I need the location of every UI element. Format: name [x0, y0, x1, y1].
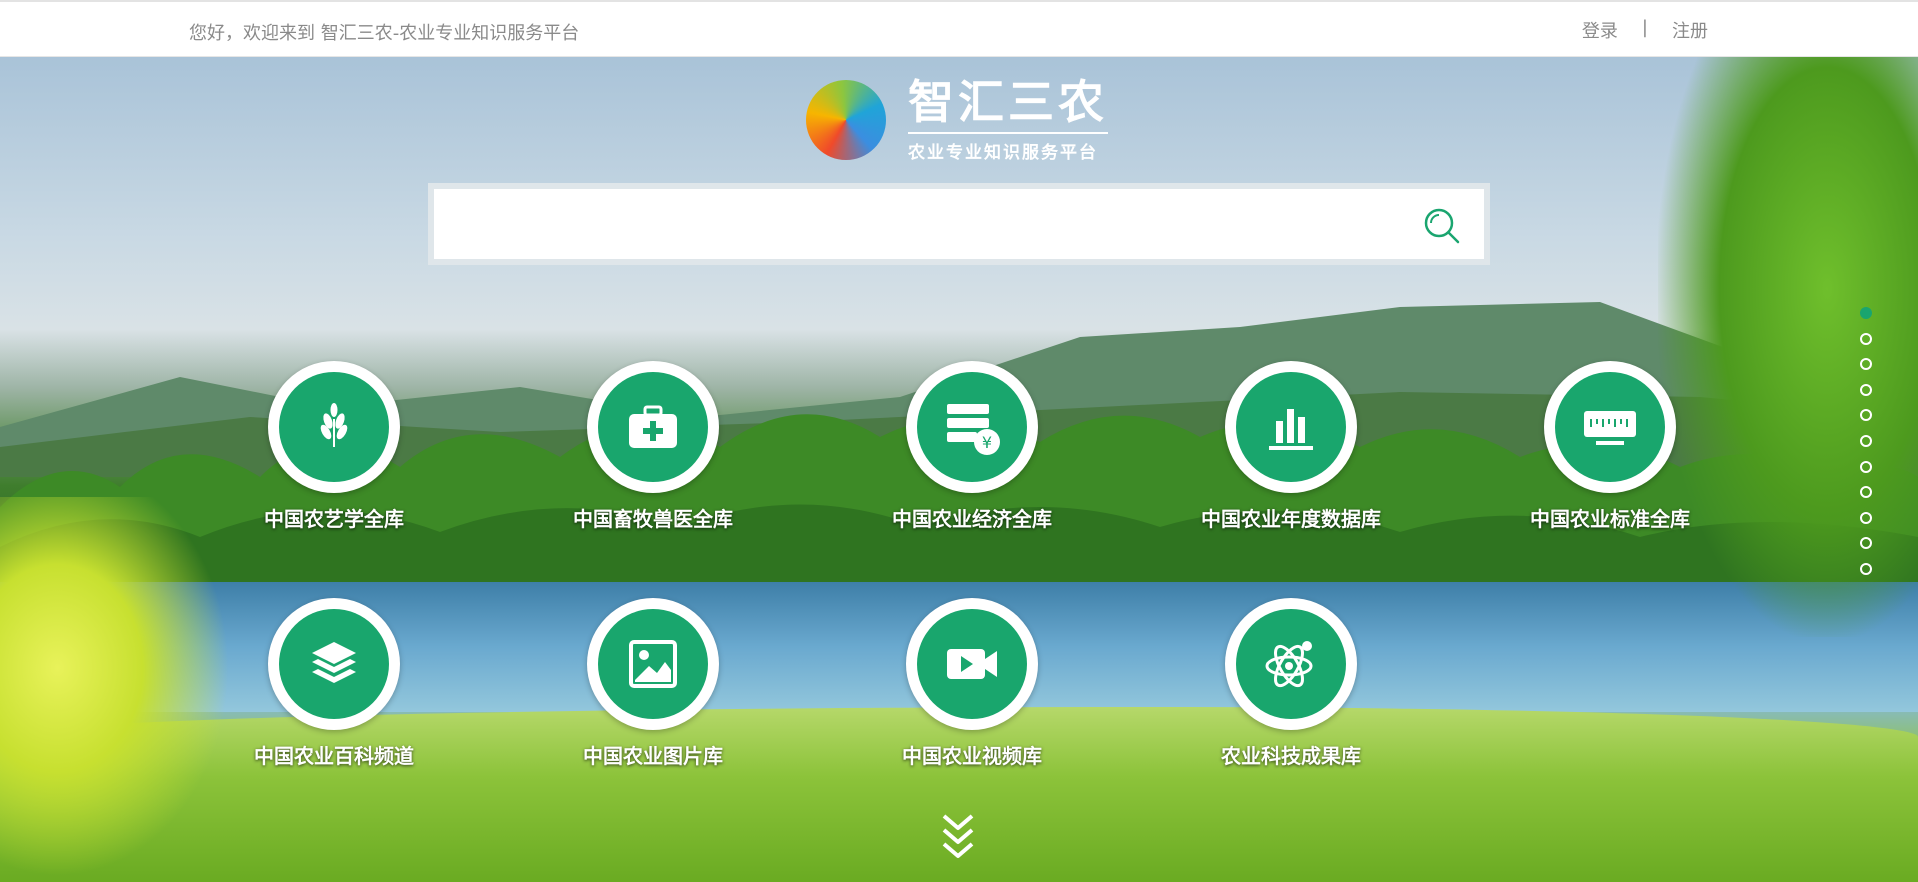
db-label: 中国畜牧兽医全库 [573, 507, 733, 531]
logo-text: 智汇三农 农业专业知识服务平台 [908, 76, 1108, 163]
logo-mark-icon [806, 79, 886, 160]
welcome-text: 您好，欢迎来到 智汇三农-农业专业知识服务平台 [189, 23, 580, 44]
ruler-icon [1555, 372, 1665, 482]
db-label: 中国农业百科频道 [254, 744, 414, 768]
db-label: 中国农艺学全库 [264, 507, 404, 531]
svg-text:¥: ¥ [982, 433, 992, 452]
auth-links: 登录 | 注册 [1582, 17, 1708, 43]
db-achievements[interactable]: 农业科技成果库 [1201, 598, 1381, 769]
db-standards[interactable]: 中国农业标准全库 [1520, 361, 1700, 532]
db-label: 农业科技成果库 [1221, 744, 1361, 768]
register-link[interactable]: 注册 [1672, 17, 1708, 43]
pager-dot[interactable] [1860, 562, 1872, 575]
pager-dot[interactable] [1860, 460, 1872, 473]
db-label: 中国农业图片库 [583, 744, 723, 768]
db-videos[interactable]: 中国农业视频库 [882, 598, 1062, 769]
tree-right [1658, 57, 1918, 637]
top-bar: 您好，欢迎来到 智汇三农-农业专业知识服务平台 登录 | 注册 [0, 0, 1918, 57]
db-agronomy[interactable]: 中国农艺学全库 [244, 361, 424, 532]
pager-dot[interactable] [1860, 537, 1872, 550]
pager-dot[interactable] [1860, 434, 1872, 447]
logo-title: 智汇三农 [908, 76, 1108, 134]
pager-dot[interactable] [1860, 409, 1872, 422]
db-label: 中国农业年度数据库 [1201, 507, 1381, 531]
wheat-icon [279, 372, 389, 482]
search-input[interactable] [434, 189, 1394, 259]
pager-dot[interactable] [1860, 486, 1872, 499]
login-link[interactable]: 登录 [1582, 17, 1618, 43]
finance-icon: ¥ [917, 372, 1027, 482]
db-yearbook[interactable]: 中国农业年度数据库 [1201, 361, 1381, 532]
pager-dot[interactable] [1860, 332, 1872, 345]
pager-dot[interactable] [1860, 511, 1872, 524]
pager-dot[interactable] [1860, 307, 1872, 319]
search-icon[interactable] [1422, 206, 1462, 246]
site-logo[interactable]: 智汇三农 农业专业知识服务平台 [806, 76, 1108, 163]
video-icon [917, 609, 1027, 719]
db-economy[interactable]: ¥ 中国农业经济全库 [882, 361, 1062, 532]
pager-dot[interactable] [1860, 358, 1872, 371]
bar-chart-icon [1236, 372, 1346, 482]
db-veterinary[interactable]: 中国畜牧兽医全库 [563, 361, 743, 532]
search-box [428, 183, 1490, 265]
db-encyclopedia[interactable]: 中国农业百科频道 [244, 598, 424, 769]
logo-subtitle: 农业专业知识服务平台 [908, 143, 1098, 163]
auth-separator: | [1641, 17, 1648, 38]
db-label: 中国农业标准全库 [1530, 507, 1690, 531]
db-label: 中国农业经济全库 [892, 507, 1052, 531]
image-icon [598, 609, 708, 719]
scroll-down-icon[interactable] [938, 810, 978, 860]
foreground-leaves [0, 497, 230, 877]
db-images[interactable]: 中国农业图片库 [563, 598, 743, 769]
atom-icon [1236, 609, 1346, 719]
medical-kit-icon [598, 372, 708, 482]
layers-icon [279, 609, 389, 719]
slide-pager [1860, 307, 1872, 589]
pager-dot[interactable] [1860, 383, 1872, 396]
db-label: 中国农业视频库 [902, 744, 1042, 768]
